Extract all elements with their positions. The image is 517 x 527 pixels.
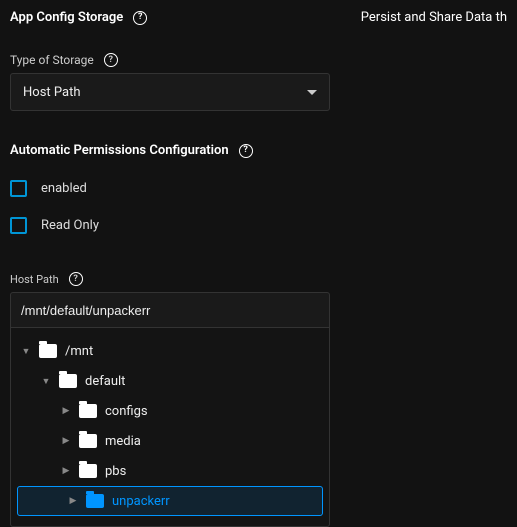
- host-path-label: Host Path: [10, 273, 59, 286]
- enabled-checkbox-label: enabled: [41, 181, 87, 196]
- readonly-checkbox-row[interactable]: Read Only: [0, 217, 517, 234]
- chevron-right-icon[interactable]: ▶: [61, 436, 71, 446]
- help-icon[interactable]: ?: [239, 144, 253, 158]
- folder-icon: [39, 344, 57, 358]
- tree-row-selected[interactable]: ▶ unpackerr: [17, 486, 323, 516]
- chevron-down-icon: [307, 90, 317, 95]
- folder-icon: [59, 374, 77, 388]
- help-icon[interactable]: ?: [104, 53, 118, 67]
- header-right-text: Persist and Share Data th: [361, 10, 507, 25]
- folder-icon: [79, 434, 97, 448]
- chevron-right-icon[interactable]: ▶: [61, 406, 71, 416]
- chevron-down-icon[interactable]: ▼: [21, 346, 31, 357]
- tree-row-mnt[interactable]: ▼ /mnt: [11, 336, 329, 366]
- storage-type-value: Host Path: [23, 85, 81, 100]
- enabled-checkbox-row[interactable]: enabled: [0, 180, 517, 197]
- storage-type-select[interactable]: Host Path: [10, 73, 330, 111]
- readonly-checkbox[interactable]: [10, 217, 27, 234]
- tree-label: /mnt: [65, 344, 93, 359]
- enabled-checkbox[interactable]: [10, 180, 27, 197]
- chevron-right-icon[interactable]: ▶: [61, 466, 71, 476]
- section-title: App Config Storage: [10, 10, 123, 25]
- help-icon[interactable]: ?: [133, 11, 147, 25]
- permissions-label: Automatic Permissions Configuration: [10, 143, 229, 158]
- host-path-input[interactable]: [10, 292, 330, 328]
- tree-label: pbs: [105, 464, 126, 479]
- tree-row-default[interactable]: ▼ default: [11, 366, 329, 396]
- folder-tree: ▼ /mnt ▼ default ▶ configs ▶ media ▶ pbs…: [10, 328, 330, 527]
- tree-label: media: [105, 434, 141, 449]
- folder-icon: [86, 494, 104, 508]
- help-icon[interactable]: ?: [69, 272, 83, 286]
- tree-label: default: [85, 374, 125, 389]
- tree-row[interactable]: ▶ configs: [11, 396, 329, 426]
- tree-row[interactable]: ▶ media: [11, 426, 329, 456]
- readonly-checkbox-label: Read Only: [41, 218, 99, 233]
- chevron-right-icon[interactable]: ▶: [68, 496, 78, 506]
- tree-label: configs: [105, 404, 148, 419]
- storage-type-label: Type of Storage: [10, 53, 94, 67]
- folder-icon: [79, 404, 97, 418]
- folder-icon: [79, 464, 97, 478]
- tree-label: unpackerr: [112, 494, 170, 509]
- tree-row[interactable]: ▶ pbs: [11, 456, 329, 486]
- chevron-down-icon[interactable]: ▼: [41, 376, 51, 387]
